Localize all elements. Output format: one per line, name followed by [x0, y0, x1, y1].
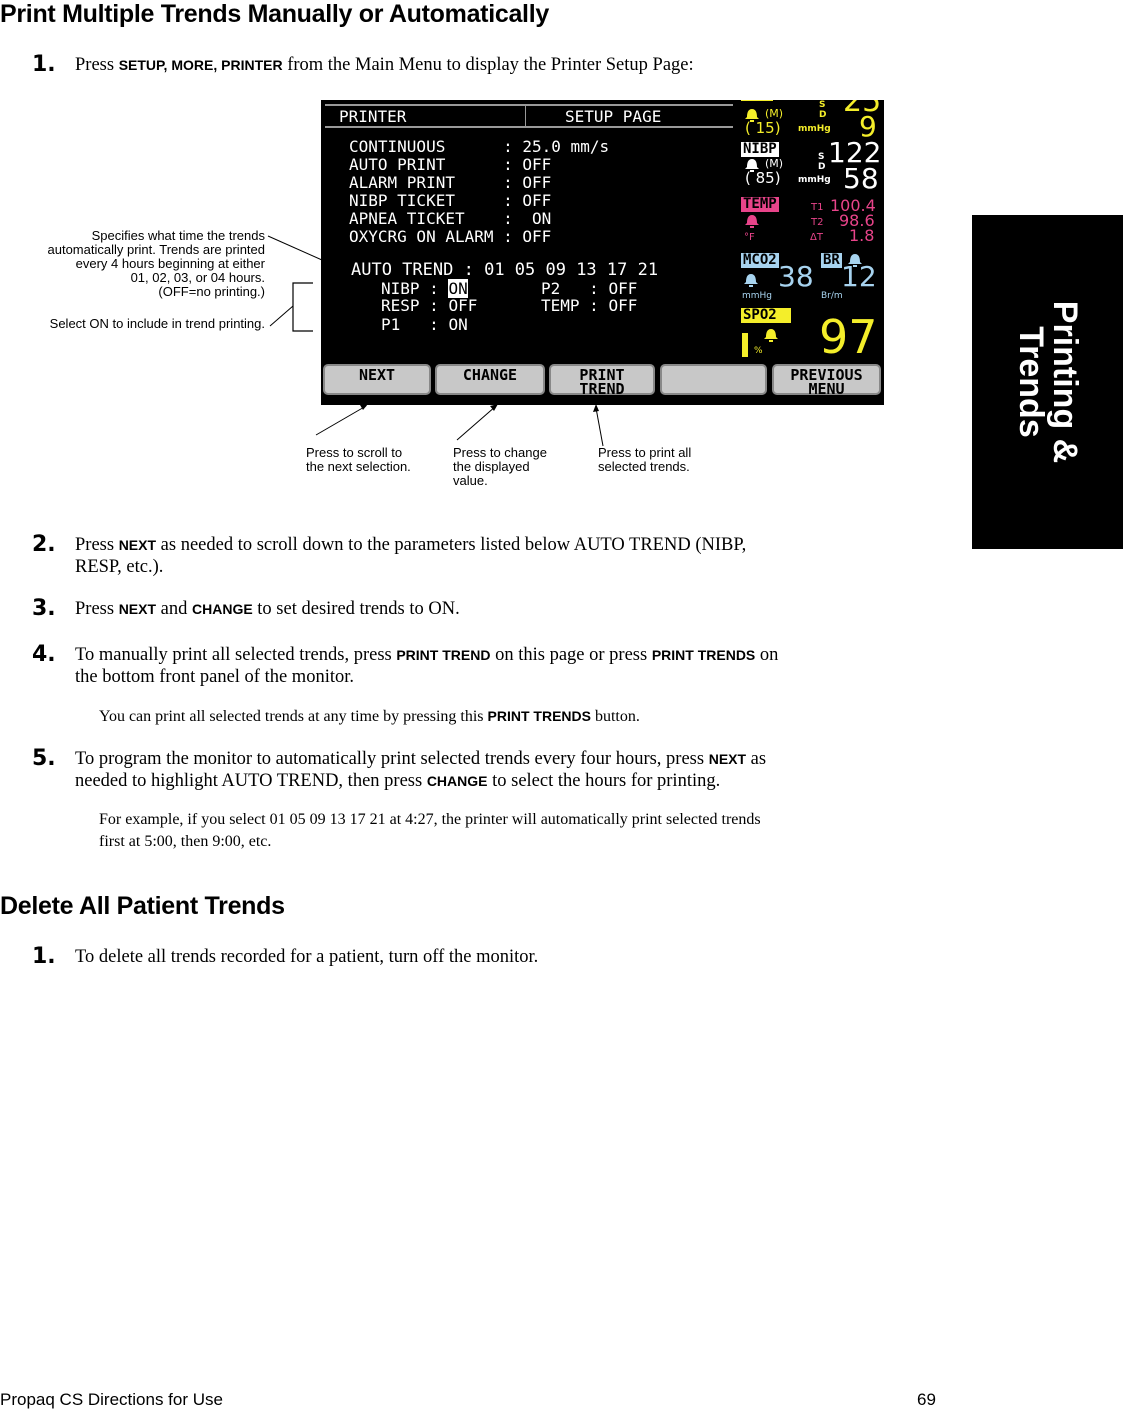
- step-number: 2.: [32, 532, 56, 557]
- callout-line: Specifies what time the trends: [91, 228, 265, 243]
- text: first at 5:00, then 9:00, etc.: [99, 833, 272, 850]
- next-callout: Press to scroll to the next selection.: [306, 446, 411, 474]
- callout-line: Press to print all: [598, 445, 692, 460]
- keyword: PRINT TREND: [396, 647, 491, 663]
- callout-line: value.: [453, 473, 488, 488]
- text: on this page or press: [490, 645, 652, 665]
- select-on-pointer: [269, 305, 294, 327]
- page-number: 69: [917, 1390, 936, 1409]
- text: button.: [590, 708, 640, 725]
- auto-trend-pointer: [267, 235, 341, 269]
- text: Press: [75, 599, 119, 619]
- text: and: [156, 599, 192, 619]
- keyword: NEXT: [118, 601, 157, 617]
- keyword: CHANGE: [192, 601, 253, 617]
- text: Press: [75, 535, 119, 555]
- footer-title: Propaq CS Directions for Use: [0, 1390, 223, 1409]
- text: the bottom front panel of the monitor.: [75, 667, 354, 687]
- step-3-text: Press NEXT and CHANGE to set desired tre…: [75, 598, 460, 620]
- tab-line: Printing &: [1045, 300, 1084, 464]
- step-2-text: Press NEXT as needed to scroll down to t…: [75, 534, 935, 578]
- text: as needed to scroll down to the paramete…: [156, 535, 747, 555]
- text: To manually print all selected trends, p…: [75, 645, 397, 665]
- text: to set desired trends to ON.: [252, 599, 460, 619]
- chapter-tab-label: Printing & Trends: [1011, 300, 1084, 464]
- step-5-text: To program the monitor to automatically …: [75, 748, 945, 792]
- callout-line: the next selection.: [306, 459, 411, 474]
- text: needed to highlight AUTO TREND, then pre…: [75, 771, 427, 791]
- keyword: NEXT: [708, 751, 747, 767]
- callout-line: Press to scroll to: [306, 445, 403, 460]
- step-5-note: For example, if you select 01 05 09 13 1…: [99, 809, 761, 853]
- callout-line: (OFF=no printing.): [158, 284, 265, 299]
- chapter-side-tab: Printing & Trends: [972, 215, 1123, 549]
- callout-line: the displayed: [453, 459, 530, 474]
- text: To program the monitor to automatically …: [75, 749, 709, 769]
- text: to select the hours for printing.: [487, 771, 721, 791]
- bracket: [292, 282, 313, 332]
- text: on: [755, 645, 779, 665]
- arrow-head-icon: [593, 404, 599, 412]
- callout-line: every 4 hours beginning at either: [75, 256, 265, 271]
- text: For example, if you select 01 05 09 13 1…: [99, 811, 761, 828]
- print-pointer: [595, 407, 604, 447]
- text: You can print all selected trends at any…: [99, 708, 488, 725]
- step-4-text: To manually print all selected trends, p…: [75, 644, 945, 688]
- delete-step-text: To delete all trends recorded for a pati…: [75, 947, 539, 967]
- step-number: 5.: [32, 746, 56, 771]
- next-pointer: [315, 405, 367, 436]
- callout-line: 01, 02, 03, or 04 hours.: [130, 270, 265, 285]
- select-on-callout: Select ON to include in trend printing.: [49, 316, 265, 331]
- step-number: 4.: [32, 642, 56, 667]
- step-4-note: You can print all selected trends at any…: [99, 705, 640, 728]
- keyword: CHANGE: [426, 773, 488, 789]
- text: RESP, etc.).: [75, 557, 164, 577]
- keyword: PRINT TRENDS: [487, 708, 591, 724]
- print-callout: Press to print all selected trends.: [598, 446, 691, 474]
- change-pointer: [456, 405, 497, 441]
- callout-line: automatically print. Trends are printed: [47, 242, 266, 257]
- auto-trend-callout: Specifies what time the trends automatic…: [48, 229, 266, 299]
- callout-line: selected trends.: [598, 459, 690, 474]
- step-number: 3.: [32, 596, 56, 621]
- change-callout: Press to change the displayed value.: [453, 446, 547, 488]
- tab-line: Trends: [1011, 326, 1050, 438]
- callout-line: Press to change: [453, 445, 547, 460]
- step-number: 1.: [32, 944, 56, 969]
- keyword: PRINT TRENDS: [651, 647, 756, 663]
- section-title-delete-trends: Delete All Patient Trends: [0, 892, 285, 920]
- keyword: NEXT: [118, 537, 157, 553]
- text: as: [746, 749, 767, 769]
